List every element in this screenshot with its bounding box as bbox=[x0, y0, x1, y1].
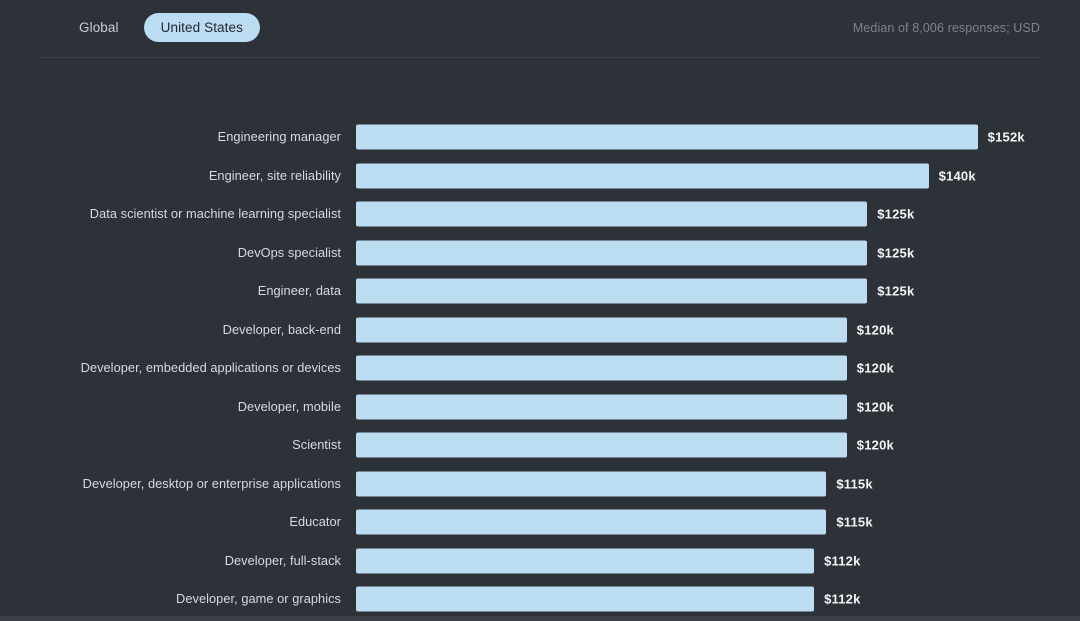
bar-value-label: $115k bbox=[836, 515, 872, 530]
bar-fill[interactable] bbox=[356, 548, 814, 573]
bar-value-label: $125k bbox=[877, 245, 914, 260]
bar-value-label: $112k bbox=[824, 553, 860, 568]
bar-category-label: Developer, embedded applications or devi… bbox=[41, 360, 341, 376]
bar-fill[interactable] bbox=[356, 125, 978, 150]
bar-fill[interactable] bbox=[356, 356, 847, 381]
bar-fill[interactable] bbox=[356, 240, 867, 265]
bottom-edge-strip bbox=[0, 616, 1080, 621]
bar-value-label: $125k bbox=[877, 207, 914, 222]
bar-fill[interactable] bbox=[356, 587, 814, 612]
bar-track: $140k bbox=[356, 163, 976, 188]
bar-row[interactable]: Engineer, data $125k bbox=[0, 272, 1080, 311]
bar-value-label: $120k bbox=[857, 361, 894, 376]
bar-fill[interactable] bbox=[356, 163, 929, 188]
bar-row[interactable]: Data scientist or machine learning speci… bbox=[0, 195, 1080, 234]
bar-row[interactable]: Developer, full-stack $112k bbox=[0, 542, 1080, 581]
bar-track: $125k bbox=[356, 279, 914, 304]
bar-track: $120k bbox=[356, 433, 894, 458]
bar-value-label: $140k bbox=[939, 168, 976, 183]
bar-value-label: $125k bbox=[877, 284, 914, 299]
bar-track: $112k bbox=[356, 548, 861, 573]
bar-row[interactable]: Engineering manager $152k bbox=[0, 118, 1080, 157]
bar-row[interactable]: DevOps specialist $125k bbox=[0, 234, 1080, 273]
bar-fill[interactable] bbox=[356, 471, 826, 496]
scope-tab-global[interactable]: Global bbox=[62, 13, 136, 43]
bar-track: $115k bbox=[356, 471, 873, 496]
chart-header: Global United States Median of 8,006 res… bbox=[0, 0, 1080, 58]
bar-fill[interactable] bbox=[356, 394, 847, 419]
bar-fill[interactable] bbox=[356, 433, 847, 458]
bar-track: $120k bbox=[356, 394, 894, 419]
bar-track: $115k bbox=[356, 510, 873, 535]
bar-value-label: $120k bbox=[857, 399, 894, 414]
scope-tab-group[interactable]: Global United States bbox=[62, 12, 260, 43]
bar-track: $120k bbox=[356, 317, 894, 342]
bar-fill[interactable] bbox=[356, 317, 847, 342]
bar-row[interactable]: Scientist $120k bbox=[0, 426, 1080, 465]
bar-fill[interactable] bbox=[356, 510, 826, 535]
bar-category-label: Developer, mobile bbox=[41, 399, 341, 415]
bar-value-label: $112k bbox=[824, 592, 860, 607]
bar-fill[interactable] bbox=[356, 279, 867, 304]
bar-row[interactable]: Developer, back-end $120k bbox=[0, 311, 1080, 350]
bar-track: $112k bbox=[356, 587, 861, 612]
bar-fill[interactable] bbox=[356, 202, 867, 227]
bar-row[interactable]: Engineer, site reliability $140k bbox=[0, 157, 1080, 196]
bar-category-label: Developer, desktop or enterprise applica… bbox=[41, 476, 341, 492]
bar-value-label: $152k bbox=[988, 130, 1025, 145]
bar-category-label: Scientist bbox=[41, 437, 341, 453]
bar-track: $152k bbox=[356, 125, 1025, 150]
bar-row[interactable]: Educator $115k bbox=[0, 503, 1080, 542]
bar-list: Engineering manager $152k Engineer, site r… bbox=[0, 118, 1080, 619]
bar-category-label: Developer, full-stack bbox=[41, 553, 341, 569]
bar-track: $125k bbox=[356, 240, 914, 265]
bar-row[interactable]: Developer, desktop or enterprise applica… bbox=[0, 465, 1080, 504]
bar-track: $120k bbox=[356, 356, 894, 381]
bar-category-label: Engineer, site reliability bbox=[41, 168, 341, 184]
scope-tab-united-states[interactable]: United States bbox=[144, 13, 260, 43]
bar-category-label: Engineer, data bbox=[41, 283, 341, 299]
bar-row[interactable]: Developer, embedded applications or devi… bbox=[0, 349, 1080, 388]
responses-note: Median of 8,006 responses; USD bbox=[853, 21, 1040, 35]
bar-category-label: Developer, back-end bbox=[41, 322, 341, 338]
bar-category-label: Educator bbox=[41, 514, 341, 530]
bar-category-label: Engineering manager bbox=[41, 129, 341, 145]
bar-category-label: Data scientist or machine learning speci… bbox=[41, 206, 341, 222]
bar-value-label: $115k bbox=[836, 476, 872, 491]
bar-row[interactable]: Developer, mobile $120k bbox=[0, 388, 1080, 427]
bar-value-label: $120k bbox=[857, 322, 894, 337]
bar-category-label: DevOps specialist bbox=[41, 245, 341, 261]
bar-category-label: Developer, game or graphics bbox=[41, 591, 341, 607]
salary-bar-chart: Engineering manager $152k Engineer, site r… bbox=[0, 58, 1080, 616]
bar-row[interactable]: Developer, game or graphics $112k bbox=[0, 580, 1080, 619]
bar-value-label: $120k bbox=[857, 438, 894, 453]
bar-track: $125k bbox=[356, 202, 914, 227]
